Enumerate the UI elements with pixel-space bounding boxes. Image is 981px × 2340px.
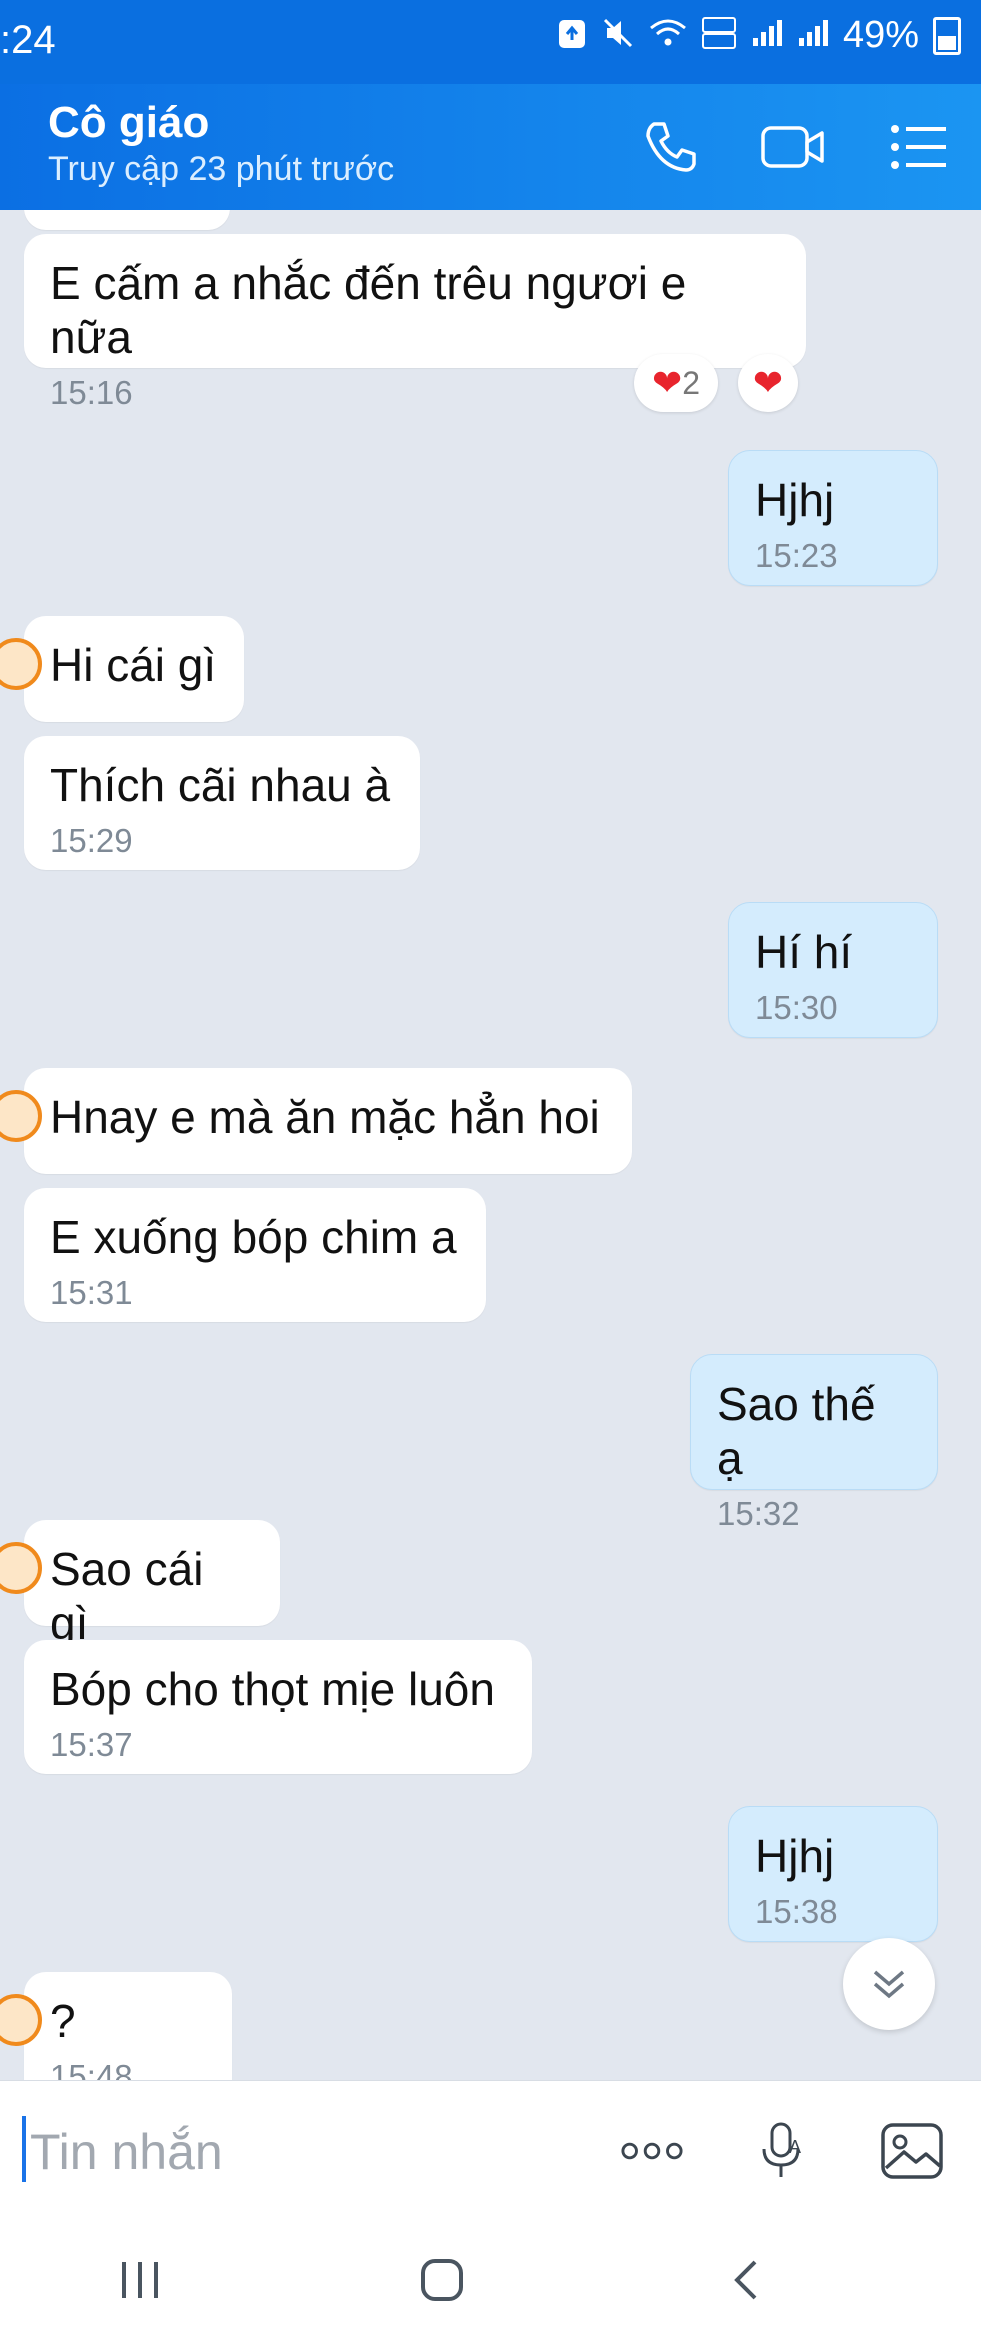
message-bubble[interactable]: E cấm a nhắc đến trêu ngươi e nữa 15:16 [24,234,806,411]
more-dots-icon [621,2142,683,2160]
reaction-summary[interactable]: ❤ 2 [634,354,718,412]
status-bar: :24 49% [0,0,981,84]
wifi-icon [649,18,687,53]
message-text: E cấm a nhắc đến trêu ngươi e nữa [50,257,687,363]
recycle-icon [557,16,587,55]
message-text: Bóp cho thọt mịe luôn [50,1663,495,1715]
chat-header: Cô giáo Truy cập 23 phút trước [0,84,981,210]
avatar[interactable] [0,1542,42,1594]
reaction-count: 2 [682,364,700,401]
message-text: Hí hí [755,926,853,978]
react-button[interactable]: ❤ [738,354,798,412]
video-call-button[interactable] [760,114,826,180]
double-chevron-down-icon [873,1970,905,1999]
avatar[interactable] [0,1994,42,2046]
recent-apps-button[interactable] [110,2250,170,2310]
battery-percent: 49% [842,14,919,56]
more-options-button[interactable] [620,2119,684,2183]
message-text: Hi cái gì [50,639,217,691]
home-button[interactable] [412,2250,472,2310]
avatar[interactable] [0,1090,42,1142]
status-icons: 49% [557,14,961,57]
back-chevron-icon [734,2260,757,2300]
message-bubble[interactable]: Hjhj 15:38 [728,1806,938,1942]
message-time: 15:37 [50,1726,133,1763]
message-bubble[interactable]: Hí hí 15:30 [728,902,938,1038]
message-text: E xuống bóp chim a [50,1211,457,1263]
message-bubble[interactable]: E xuống bóp chim a 15:31 [24,1188,486,1322]
message-list[interactable]: E cấm a nhắc đến trêu ngươi e nữa 15:16 … [0,210,981,2080]
contact-name[interactable]: Cô giáo [48,98,209,148]
phone-icon [646,122,696,172]
menu-button[interactable] [886,114,952,180]
message-bubble[interactable]: Hnay e mà ăn mặc hẳn hoi [0,1068,632,1174]
message-time: 15:23 [755,537,838,574]
message-text: Hjhj [755,1830,835,1882]
message-bubble[interactable]: Bóp cho thọt mịe luôn 15:37 [24,1640,532,1774]
message-bubble[interactable]: Sao cái gì [0,1520,280,1649]
image-picker-button[interactable] [880,2119,944,2183]
message-bubble[interactable]: ? 15:48 [0,1972,232,2080]
message-text: Thích cãi nhau à [50,759,391,811]
battery-icon [933,16,961,55]
message-bubble[interactable]: Sao thế ạ 15:32 [690,1354,938,1532]
svg-text:A: A [789,2137,801,2157]
signal-icon [751,18,783,53]
status-time: :24 [0,18,56,62]
avatar[interactable] [0,638,42,690]
scroll-to-bottom-button[interactable] [843,1938,935,2030]
message-bubble-partial[interactable] [24,210,230,230]
message-time: 15:32 [717,1495,800,1532]
mute-icon [601,16,635,55]
volte-icon [701,16,737,55]
message-time: 15:31 [50,1274,133,1311]
message-time: 15:48 [50,2058,133,2080]
message-time: 15:29 [50,822,133,859]
system-nav-bar [0,2220,981,2340]
message-text: Hnay e mà ăn mặc hẳn hoi [50,1091,600,1143]
message-text: Sao thế ạ [717,1378,876,1484]
video-icon [761,126,824,168]
back-button[interactable] [716,2250,776,2310]
message-input[interactable] [28,2115,572,2189]
image-icon [881,2123,943,2179]
message-text: Hjhj [755,474,835,526]
voice-to-text-button[interactable]: A [752,2119,816,2183]
message-bubble[interactable]: Hjhj 15:23 [728,450,938,586]
last-seen: Truy cập 23 phút trước [48,150,395,188]
microphone-icon: A [762,2122,801,2177]
message-text: Sao cái gì [50,1543,204,1649]
heart-icon: ❤ [652,362,683,403]
heart-icon: ❤ [752,362,784,403]
message-time: 15:38 [755,1893,838,1930]
text-cursor [22,2116,26,2182]
message-time: 15:30 [755,989,838,1026]
recents-icon [122,2262,158,2298]
message-bubble[interactable]: Hi cái gì [0,616,244,722]
composer-bar: A [0,2080,981,2221]
home-icon [421,2259,463,2301]
call-button[interactable] [636,114,702,180]
message-bubble[interactable]: Thích cãi nhau à 15:29 [24,736,420,870]
signal-icon-2 [797,18,829,53]
message-text: ? [50,1995,76,2047]
list-icon [891,125,946,169]
